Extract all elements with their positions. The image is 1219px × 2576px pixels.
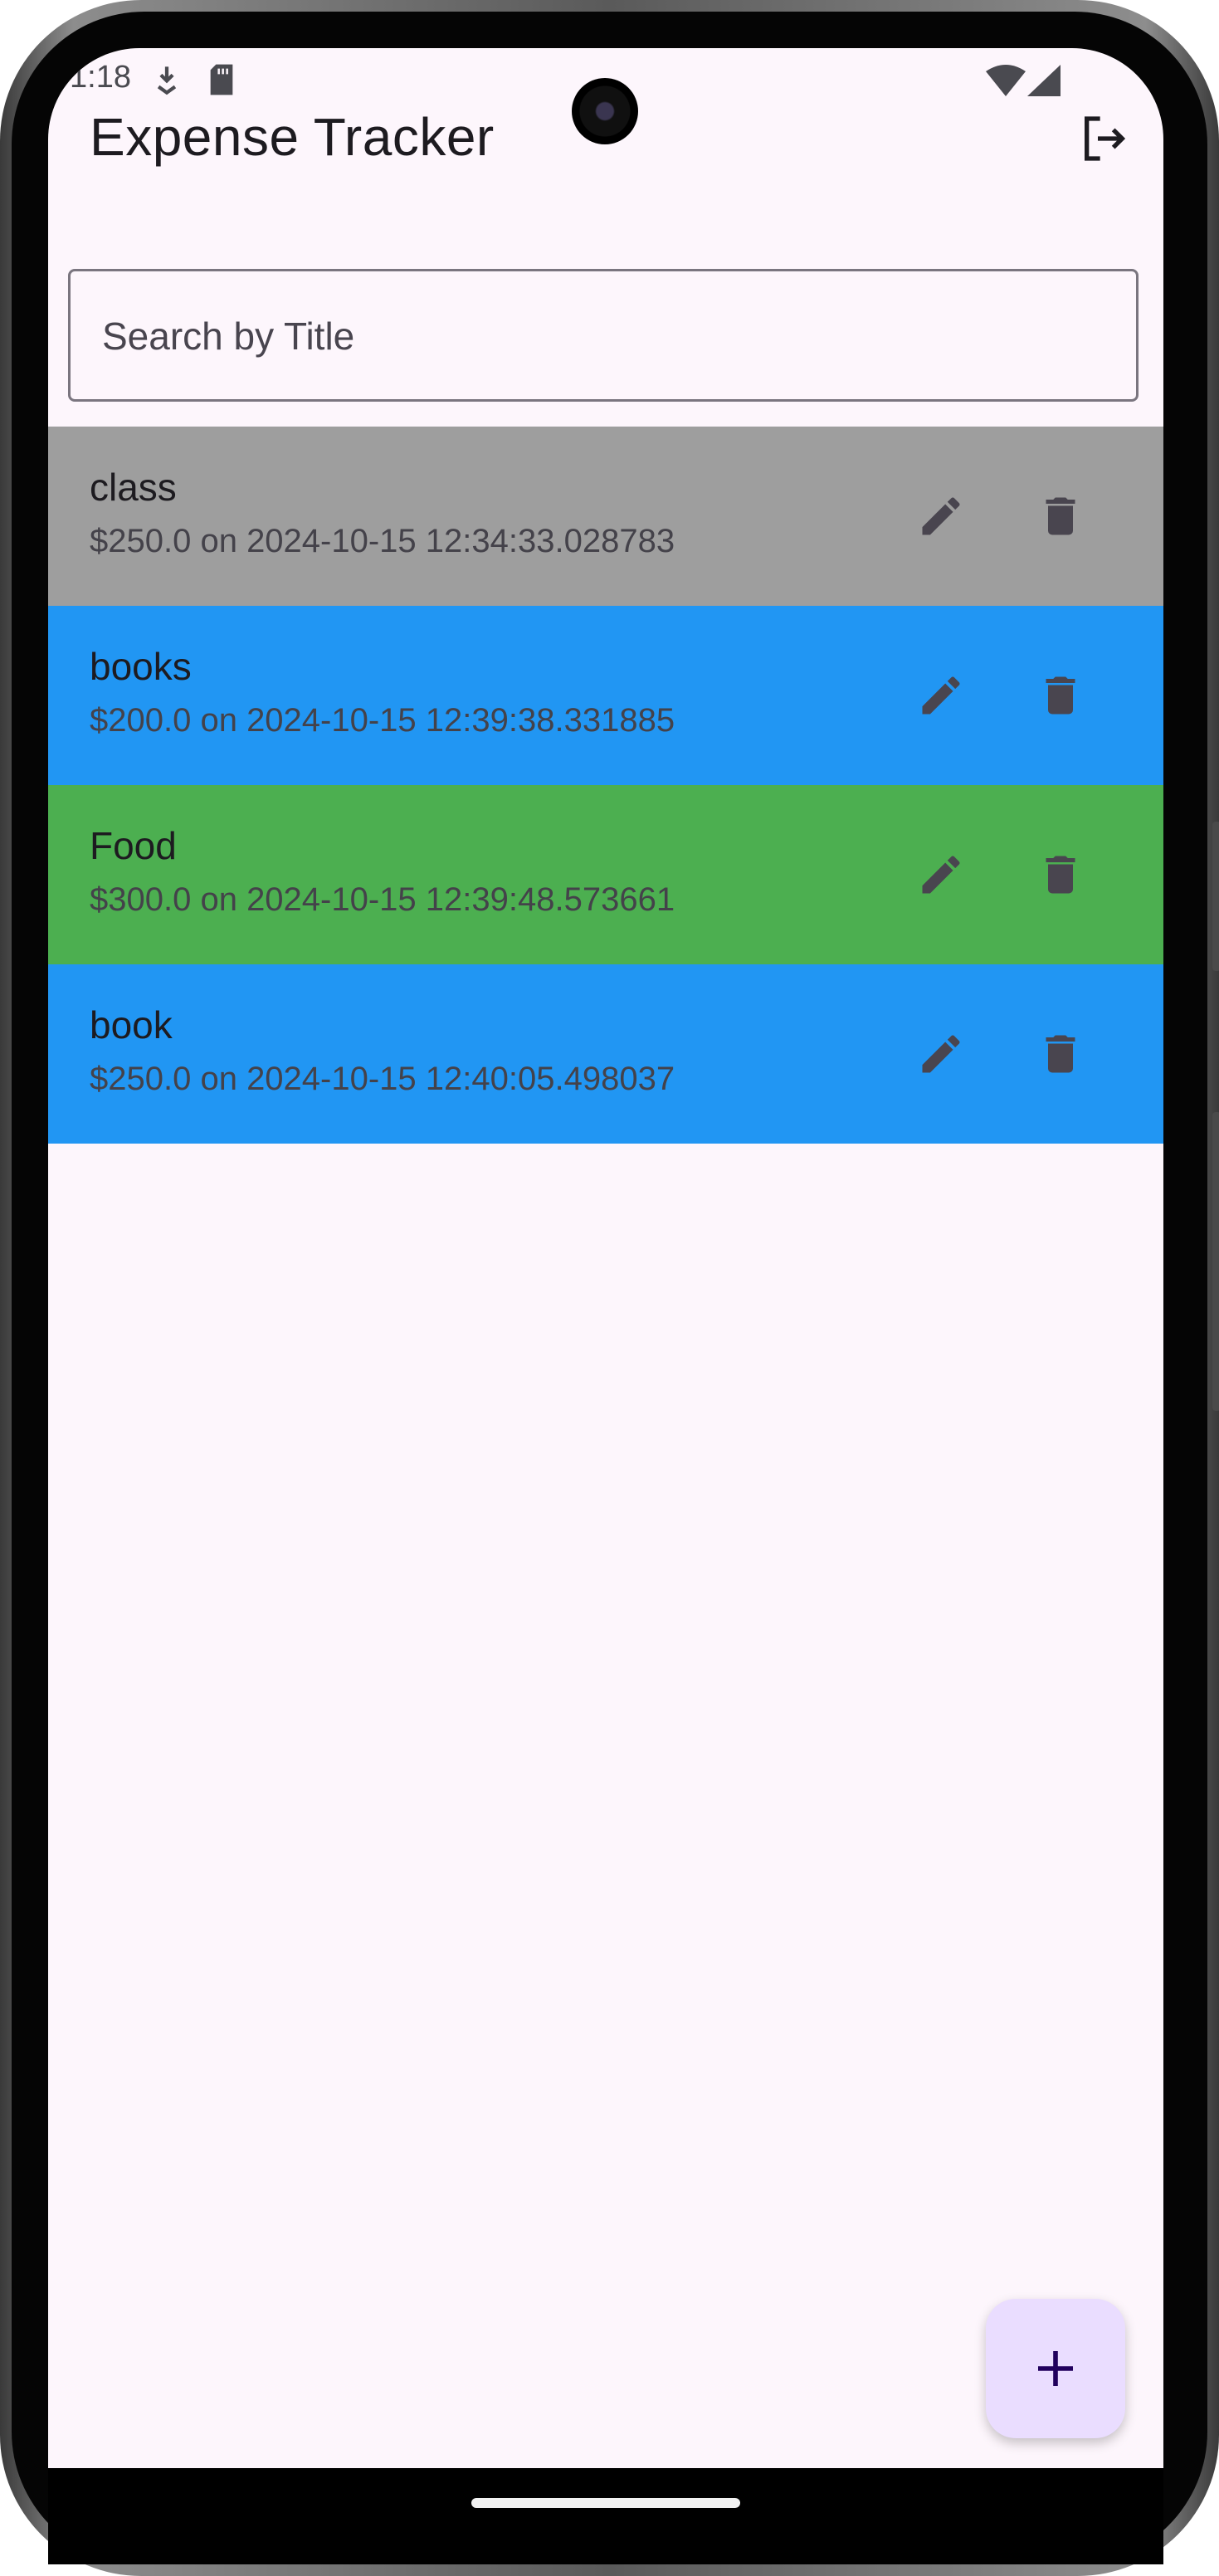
- wifi-icon: [986, 65, 1026, 100]
- expense-title: class: [90, 466, 177, 509]
- logout-button[interactable]: [1067, 103, 1142, 178]
- expense-row-book[interactable]: book $250.0 on 2024-10-15 12:40:05.49803…: [48, 964, 1163, 1144]
- expense-title: book: [90, 1003, 173, 1046]
- volume-button: [1212, 822, 1219, 971]
- edit-button[interactable]: [900, 1012, 983, 1095]
- page-title: Expense Tracker: [90, 107, 495, 167]
- home-gesture-handle[interactable]: [471, 2498, 740, 2508]
- expense-subtitle: $250.0 on 2024-10-15 12:40:05.498037: [90, 1061, 675, 1097]
- delete-icon: [1046, 1035, 1075, 1073]
- expense-subtitle: $250.0 on 2024-10-15 12:34:33.028783: [90, 523, 675, 559]
- expense-row-class[interactable]: class $250.0 on 2024-10-15 12:34:33.0287…: [48, 427, 1163, 606]
- search-field[interactable]: [68, 269, 1139, 402]
- edit-button[interactable]: [900, 833, 983, 916]
- delete-icon: [1046, 497, 1075, 535]
- expense-title: Food: [90, 824, 177, 867]
- edit-icon: [922, 497, 960, 535]
- add-expense-button[interactable]: [986, 2299, 1125, 2438]
- expense-row-food[interactable]: Food $300.0 on 2024-10-15 12:39:48.57366…: [48, 785, 1163, 964]
- expense-title: books: [90, 645, 192, 688]
- delete-icon: [1046, 676, 1075, 715]
- navigation-bar: [48, 2468, 1163, 2564]
- sd-card-icon: [207, 63, 236, 100]
- edit-button[interactable]: [900, 654, 983, 737]
- front-camera: [572, 78, 638, 144]
- add-icon: [1038, 2351, 1073, 2386]
- delete-button[interactable]: [1019, 654, 1102, 737]
- logout-icon: [1078, 112, 1131, 169]
- edit-icon: [922, 676, 960, 715]
- status-time: 1:18: [70, 60, 131, 95]
- edit-icon: [922, 1035, 960, 1073]
- expense-row-books[interactable]: books $200.0 on 2024-10-15 12:39:38.3318…: [48, 606, 1163, 785]
- app-screen: 1:18 Expense Tracker class $250.0 on 202…: [48, 48, 1163, 2468]
- power-button: [1212, 1112, 1219, 1411]
- signal-icon: [1027, 65, 1061, 100]
- delete-button[interactable]: [1019, 1012, 1102, 1095]
- edit-icon: [922, 856, 960, 894]
- delete-button[interactable]: [1019, 833, 1102, 916]
- expense-list: class $250.0 on 2024-10-15 12:34:33.0287…: [48, 427, 1163, 1144]
- delete-icon: [1046, 856, 1075, 894]
- delete-button[interactable]: [1019, 475, 1102, 558]
- expense-subtitle: $300.0 on 2024-10-15 12:39:48.573661: [90, 881, 675, 918]
- expense-subtitle: $200.0 on 2024-10-15 12:39:38.331885: [90, 702, 675, 739]
- edit-button[interactable]: [900, 475, 983, 558]
- download-icon: [153, 63, 181, 100]
- search-input[interactable]: [100, 271, 1100, 401]
